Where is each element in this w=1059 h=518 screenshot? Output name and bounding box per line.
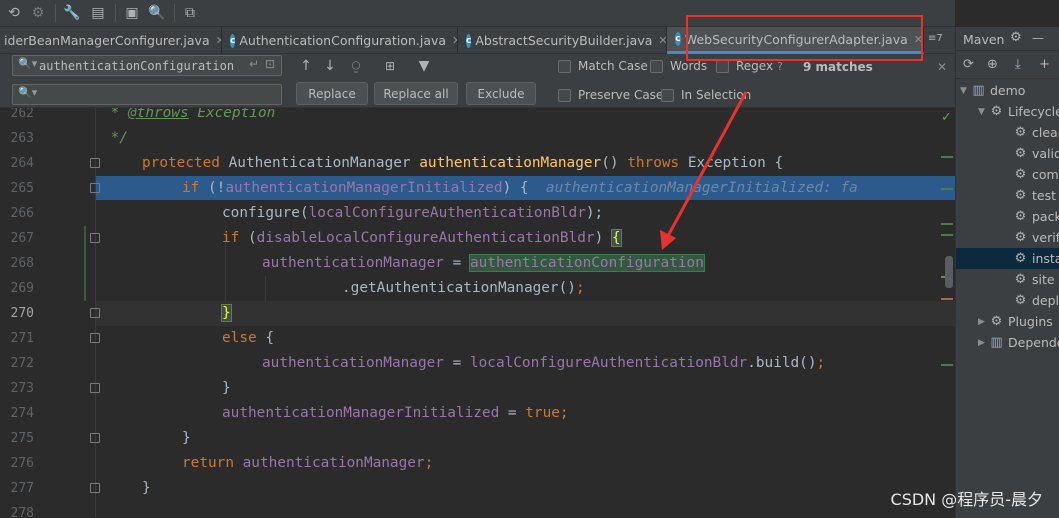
arrow-shaft <box>666 91 748 237</box>
watermark: CSDN @程序员-晨夕 <box>890 490 1043 509</box>
annotation-arrow <box>660 91 748 250</box>
